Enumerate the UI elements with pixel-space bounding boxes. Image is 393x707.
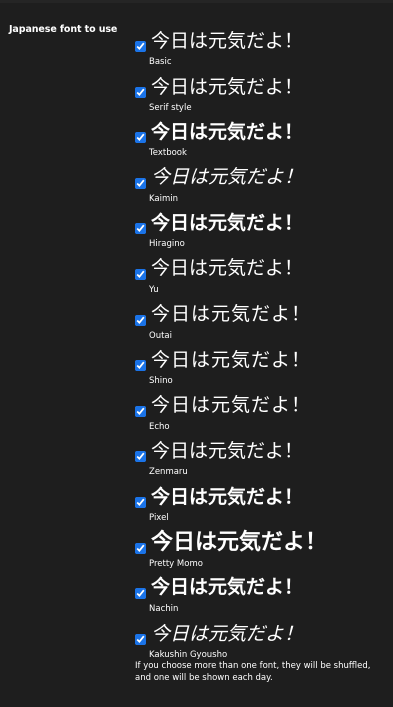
font-sample-nachin: 今日は元気だよ！ <box>151 577 304 599</box>
font-sample-outai: 今日は元気だよ！ <box>151 303 312 325</box>
font-option-hiragino: 今日は元気だよ！ Hiragino <box>133 210 383 256</box>
font-sample-yu: 今日は元気だよ！ <box>151 257 304 279</box>
font-checkbox-outai[interactable] <box>135 314 146 326</box>
font-checkbox-nachin[interactable] <box>135 588 146 600</box>
font-name-nachin: Nachin <box>149 604 179 615</box>
font-option-outai: 今日は元気だよ！ Outai <box>133 302 383 348</box>
font-name-yu: Yu <box>149 284 159 295</box>
font-checkbox-pretty-momo[interactable] <box>135 542 146 554</box>
setting-label: Japanese font to use <box>9 24 118 35</box>
font-option-yu: 今日は元気だよ！ Yu <box>133 256 383 302</box>
font-sample-pixel: 今日は元気だよ！ <box>151 485 304 508</box>
font-name-serif-style: Serif style <box>149 102 192 113</box>
font-sample-textbook: 今日は元気だよ！ <box>151 121 304 144</box>
font-option-pixel: 今日は元気だよ！ Pixel <box>133 484 383 530</box>
font-option-pretty-momo: 今日は元気だよ！ Pretty Momo <box>133 530 383 576</box>
font-name-pretty-momo: Pretty Momo <box>149 558 203 569</box>
font-option-textbook: 今日は元気だよ！ Textbook <box>133 119 383 165</box>
font-checkbox-kaimin[interactable] <box>135 177 146 189</box>
font-name-kaimin: Kaimin <box>149 193 179 204</box>
font-checkbox-hiragino[interactable] <box>135 223 146 235</box>
font-name-shino: Shino <box>149 376 173 387</box>
font-option-nachin: 今日は元気だよ！ Nachin <box>133 575 383 621</box>
font-checkbox-yu[interactable] <box>135 268 146 280</box>
font-sample-basic: 今日は元気だよ！ <box>151 30 304 52</box>
font-sample-kaimin: 今日は元気だよ！ <box>151 166 304 188</box>
font-name-zenmaru: Zenmaru <box>149 467 188 478</box>
font-name-textbook: Textbook <box>149 148 187 159</box>
shuffle-help-text: If you choose more than one font, they w… <box>135 661 371 683</box>
font-option-kaimin: 今日は元気だよ！ Kaimin <box>133 165 383 211</box>
font-sample-hiragino: 今日は元気だよ！ <box>151 212 304 235</box>
font-checkbox-textbook[interactable] <box>135 132 146 144</box>
font-checkbox-kakushin-gyousho[interactable] <box>135 633 146 645</box>
font-sample-zenmaru: 今日は元気だよ！ <box>151 440 304 463</box>
font-option-serif-style: 今日は元気だよ！ Serif style <box>133 74 383 120</box>
font-checkbox-zenmaru[interactable] <box>135 451 146 463</box>
font-checkbox-serif-style[interactable] <box>135 86 146 98</box>
font-name-basic: Basic <box>149 57 172 67</box>
font-checkbox-shino[interactable] <box>135 360 146 372</box>
font-option-basic: 今日は元気だよ！ Basic <box>133 28 383 74</box>
font-name-hiragino: Hiragino <box>149 239 185 250</box>
font-sample-echo: 今日は元気だよ！ <box>151 394 312 416</box>
font-option-shino: 今日は元気だよ！ Shino <box>133 347 383 393</box>
font-option-zenmaru: 今日は元気だよ！ Zenmaru <box>133 438 383 484</box>
font-option-echo: 今日は元気だよ！ Echo <box>133 393 383 439</box>
font-sample-kakushin-gyousho: 今日は元気だよ！ <box>151 622 304 645</box>
font-name-echo: Echo <box>149 421 170 432</box>
font-name-pixel: Pixel <box>149 512 169 523</box>
font-checkbox-echo[interactable] <box>135 405 146 417</box>
font-name-outai: Outai <box>149 330 172 341</box>
font-sample-serif-style: 今日は元気だよ！ <box>151 75 304 98</box>
font-option-list: 今日は元気だよ！ Basic 今日は元気だよ！ Serif style 今日は元… <box>133 28 383 666</box>
font-sample-shino: 今日は元気だよ！ <box>151 349 312 372</box>
top-divider <box>0 0 393 3</box>
font-checkbox-basic[interactable] <box>135 41 146 52</box>
font-sample-pretty-momo: 今日は元気だよ！ <box>151 529 328 555</box>
font-checkbox-pixel[interactable] <box>135 496 146 508</box>
